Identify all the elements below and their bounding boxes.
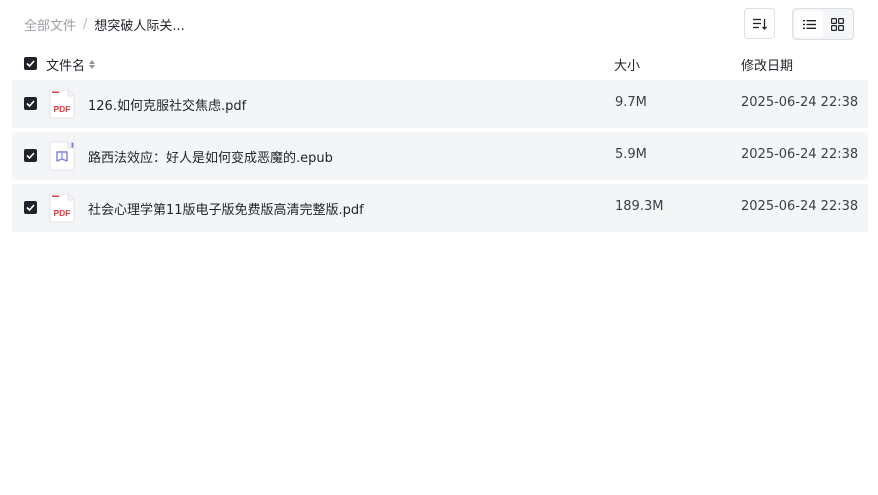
row-checkbox[interactable]	[24, 149, 37, 162]
file-browser: 全部文件 / 想突破人际关... 文件名 大小 修改日期 PDF 126.如何克…	[0, 0, 878, 495]
list-view-icon	[802, 19, 816, 29]
breadcrumb-separator: /	[83, 16, 88, 32]
view-toggle	[792, 8, 854, 40]
table-row[interactable]: PDF 126.如何克服社交焦虑.pdf 9.7M 2025-06-24 22:…	[12, 80, 868, 128]
row-checkbox[interactable]	[24, 201, 37, 214]
column-header-name-label: 文件名	[46, 59, 86, 74]
select-all-checkbox[interactable]	[24, 57, 37, 70]
epub-file-icon	[49, 141, 75, 171]
pdf-file-icon: PDF	[49, 89, 75, 119]
breadcrumb-root-link[interactable]: 全部文件	[24, 15, 76, 34]
svg-text:PDF: PDF	[54, 104, 71, 114]
breadcrumb-current-folder: 想突破人际关...	[94, 18, 185, 34]
table-row[interactable]: PDF 社会心理学第11版电子版免费版高清完整版.pdf 189.3M 2025…	[12, 184, 868, 232]
column-header-modified: 修改日期	[741, 59, 794, 74]
file-modified-date: 2025-06-24 22:38	[741, 95, 859, 110]
file-modified-date: 2025-06-24 22:38	[741, 147, 859, 162]
sort-icon	[752, 18, 767, 30]
table-header: 文件名 大小 修改日期	[24, 54, 868, 74]
row-checkbox[interactable]	[24, 97, 37, 110]
file-size: 5.9M	[615, 147, 647, 162]
check-icon	[26, 60, 35, 67]
pdf-file-icon: PDF	[49, 193, 75, 223]
check-icon	[26, 100, 35, 107]
file-modified-date: 2025-06-24 22:38	[741, 199, 859, 214]
list-view-button[interactable]	[795, 11, 823, 37]
column-header-size: 大小	[614, 59, 641, 74]
grid-view-button[interactable]	[823, 11, 851, 37]
sort-arrows-icon	[89, 60, 96, 69]
breadcrumb: 全部文件 / 想突破人际关...	[24, 14, 185, 34]
file-name[interactable]: 社会心理学第11版电子版免费版高清完整版.pdf	[88, 199, 364, 218]
file-name[interactable]: 路西法效应：好人是如何变成恶魔的.epub	[88, 147, 333, 166]
column-header-name[interactable]: 文件名	[46, 55, 96, 74]
grid-view-icon	[830, 17, 844, 31]
svg-text:PDF: PDF	[54, 208, 71, 218]
file-size: 9.7M	[615, 95, 647, 110]
file-size: 189.3M	[615, 199, 664, 214]
table-row[interactable]: 路西法效应：好人是如何变成恶魔的.epub 5.9M 2025-06-24 22…	[12, 132, 868, 180]
file-name[interactable]: 126.如何克服社交焦虑.pdf	[88, 95, 246, 114]
check-icon	[26, 152, 35, 159]
check-icon	[26, 204, 35, 211]
sort-button[interactable]	[744, 8, 775, 39]
